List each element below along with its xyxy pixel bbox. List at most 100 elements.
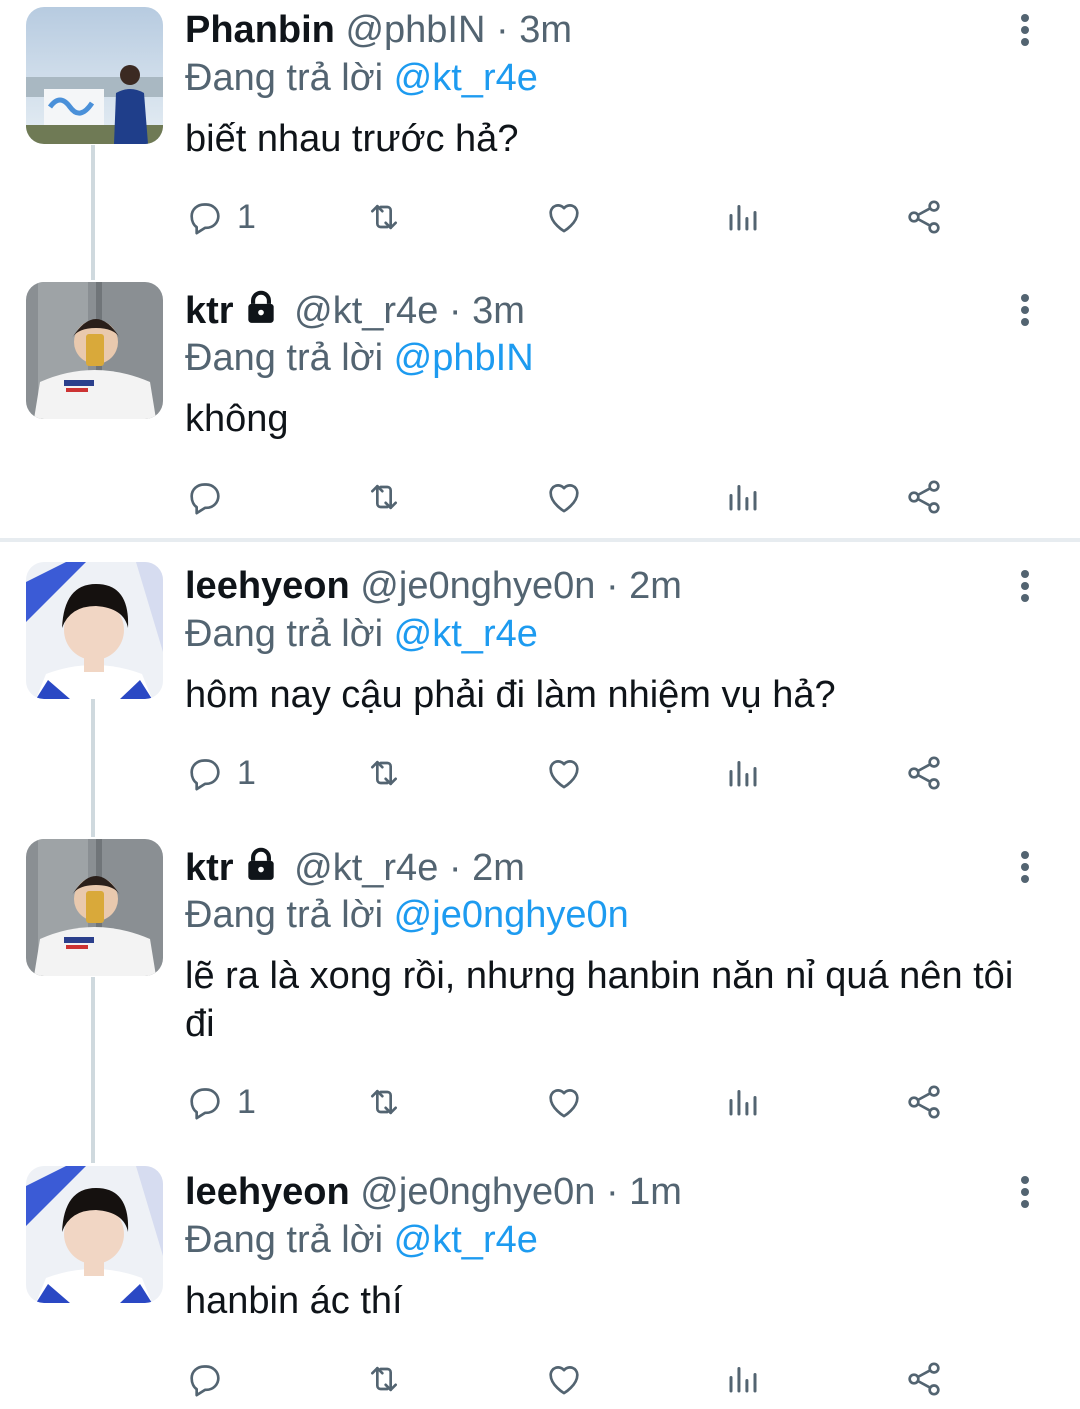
tweet-header: ktr @kt_r4e · 3m	[185, 288, 525, 332]
tweet[interactable]: ktr @kt_r4e · 3m Đang trả lời @phbIN khô…	[0, 280, 1080, 538]
retweet-icon	[371, 484, 397, 510]
reply-button[interactable]: 1	[185, 1078, 256, 1126]
conversation-divider	[0, 538, 1080, 542]
more-vertical-icon[interactable]	[1012, 568, 1038, 604]
share-button[interactable]	[903, 749, 945, 797]
share-button[interactable]	[903, 193, 945, 241]
reply-button[interactable]	[185, 473, 237, 521]
separator-dot: ·	[605, 565, 619, 607]
tweet-text: hanbin ác thí	[185, 1280, 403, 1322]
reply-button[interactable]: 1	[185, 193, 256, 241]
share-button[interactable]	[903, 1078, 945, 1126]
share-icon	[908, 200, 940, 234]
retweet-button[interactable]	[361, 749, 407, 797]
timestamp[interactable]: 1m	[629, 1171, 682, 1213]
analytics-icon	[729, 1090, 757, 1116]
tweet-text: biết nhau trước hả?	[185, 118, 519, 160]
share-icon	[908, 1085, 940, 1119]
share-icon	[908, 480, 940, 514]
replying-to-label: Đang trả lời	[185, 613, 384, 655]
display-name[interactable]: Phanbin	[185, 9, 335, 51]
analytics-icon	[729, 205, 757, 231]
tweet[interactable]: ktr @kt_r4e · 2m Đang trả lời @je0nghye0…	[0, 837, 1080, 1147]
display-name[interactable]: leehyeon	[185, 1171, 350, 1213]
analytics-icon	[729, 1367, 757, 1393]
user-handle[interactable]: @kt_r4e	[294, 847, 438, 889]
replying-to: Đang trả lời @kt_r4e	[185, 55, 538, 101]
lock-icon	[247, 290, 274, 323]
reply-icon	[190, 483, 220, 515]
like-button[interactable]	[543, 473, 585, 521]
user-handle[interactable]: @je0nghye0n	[360, 1171, 595, 1213]
views-button[interactable]	[725, 1355, 761, 1403]
mention-link[interactable]: @kt_r4e	[394, 57, 538, 99]
mention-link[interactable]: @kt_r4e	[394, 1219, 538, 1261]
views-button[interactable]	[725, 1078, 761, 1126]
like-button[interactable]	[543, 749, 585, 797]
tweet-header: Phanbin @phbIN · 3m	[185, 8, 572, 52]
share-button[interactable]	[903, 473, 945, 521]
reply-icon	[190, 1365, 220, 1397]
retweet-button[interactable]	[361, 1355, 407, 1403]
share-button[interactable]	[903, 1355, 945, 1403]
heart-icon	[549, 760, 579, 789]
display-name[interactable]: ktr	[185, 847, 234, 889]
reply-icon	[190, 203, 220, 235]
share-icon	[908, 1362, 940, 1396]
tweet-header: ktr @kt_r4e · 2m	[185, 845, 525, 889]
like-button[interactable]	[543, 1355, 585, 1403]
retweet-button[interactable]	[361, 193, 407, 241]
user-handle[interactable]: @kt_r4e	[294, 290, 438, 332]
avatar[interactable]	[26, 839, 163, 976]
views-button[interactable]	[725, 473, 761, 521]
tweet[interactable]: Phanbin @phbIN · 3m Đang trả lời @kt_r4e…	[0, 0, 1080, 270]
more-vertical-icon[interactable]	[1012, 849, 1038, 885]
mention-link[interactable]: @je0nghye0n	[394, 894, 629, 936]
timestamp[interactable]: 3m	[472, 290, 525, 332]
reply-button[interactable]	[185, 1355, 237, 1403]
display-name[interactable]: ktr	[185, 290, 234, 332]
mention-link[interactable]: @phbIN	[394, 337, 534, 379]
tweet-header: leehyeon @je0nghye0n · 2m	[185, 564, 682, 608]
tweet[interactable]: leehyeon @je0nghye0n · 2m Đang trả lời @…	[0, 556, 1080, 826]
retweet-button[interactable]	[361, 473, 407, 521]
avatar[interactable]	[26, 562, 163, 699]
retweet-icon	[371, 760, 397, 786]
views-button[interactable]	[725, 749, 761, 797]
timestamp[interactable]: 2m	[629, 565, 682, 607]
action-bar: 1	[185, 193, 965, 241]
user-handle[interactable]: @je0nghye0n	[360, 565, 595, 607]
user-handle[interactable]: @phbIN	[345, 9, 485, 51]
heart-icon	[549, 1089, 579, 1118]
tweet-text: lẽ ra là xong rồi, nhưng hanbin năn nỉ q…	[185, 955, 1014, 1045]
share-icon	[908, 756, 940, 790]
separator-dot: ·	[448, 290, 462, 332]
mention-link[interactable]: @kt_r4e	[394, 613, 538, 655]
action-bar	[185, 1355, 965, 1403]
replying-to: Đang trả lời @je0nghye0n	[185, 892, 629, 938]
tweet-header: leehyeon @je0nghye0n · 1m	[185, 1170, 682, 1214]
like-button[interactable]	[543, 1078, 585, 1126]
more-vertical-icon[interactable]	[1012, 12, 1038, 48]
heart-icon	[549, 204, 579, 233]
more-vertical-icon[interactable]	[1012, 1174, 1038, 1210]
tweet[interactable]: leehyeon @je0nghye0n · 1m Đang trả lời @…	[0, 1162, 1080, 1409]
reply-button[interactable]: 1	[185, 749, 256, 797]
retweet-button[interactable]	[361, 1078, 407, 1126]
tweet-text: không	[185, 398, 289, 440]
like-button[interactable]	[543, 193, 585, 241]
display-name[interactable]: leehyeon	[185, 565, 350, 607]
replying-to-label: Đang trả lời	[185, 57, 384, 99]
action-bar: 1	[185, 749, 965, 797]
views-button[interactable]	[725, 193, 761, 241]
timestamp[interactable]: 3m	[519, 9, 572, 51]
avatar[interactable]	[26, 1166, 163, 1303]
reply-count: 1	[237, 753, 256, 792]
avatar[interactable]	[26, 282, 163, 419]
timestamp[interactable]: 2m	[472, 847, 525, 889]
avatar[interactable]	[26, 7, 163, 144]
reply-icon	[190, 759, 220, 791]
more-vertical-icon[interactable]	[1012, 292, 1038, 328]
replying-to-label: Đang trả lời	[185, 894, 384, 936]
retweet-icon	[371, 204, 397, 230]
